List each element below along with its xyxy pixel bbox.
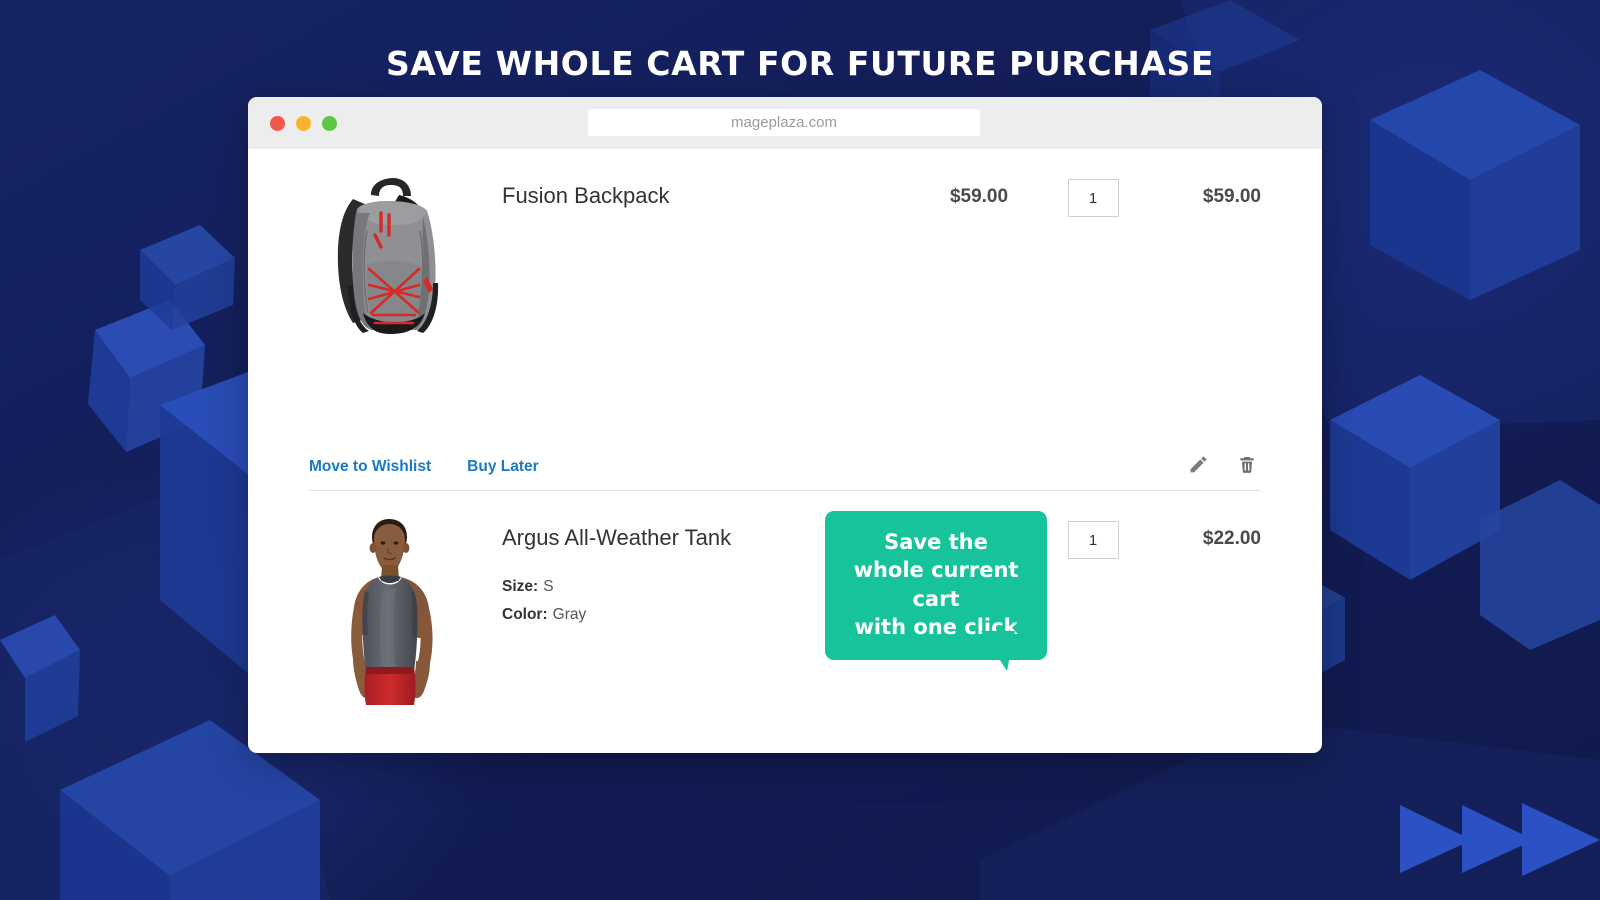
product-name[interactable]: Fusion Backpack <box>502 173 913 209</box>
quantity-field[interactable] <box>1045 515 1141 559</box>
cart-item-row: Fusion Backpack $59.00 $59.00 Move to Wi… <box>309 149 1261 491</box>
product-price: $59.00 <box>949 186 1009 207</box>
move-to-wishlist-link[interactable]: Move to Wishlist <box>309 458 431 476</box>
save-cart-tooltip: Save the whole current cart with one cli… <box>825 511 1047 671</box>
close-window-button[interactable] <box>270 115 285 131</box>
traffic-lights <box>270 115 337 131</box>
tooltip-tail-icon <box>981 631 1015 671</box>
option-size-label: Size: <box>502 578 539 596</box>
quantity-input[interactable] <box>1067 521 1119 559</box>
browser-window: mageplaza.com Fusion Backpack $59.00 1 $… <box>248 97 1322 753</box>
maximize-window-button[interactable] <box>322 115 337 131</box>
option-color-label: Color: <box>502 605 548 623</box>
option-size-value: S <box>543 578 554 596</box>
tooltip-line-1: Save the <box>884 530 988 554</box>
product-subtotal: $59.00 <box>1202 186 1261 207</box>
quantity-input[interactable] <box>1067 179 1119 217</box>
browser-titlebar: mageplaza.com <box>248 97 1322 149</box>
address-bar[interactable]: mageplaza.com <box>588 109 980 136</box>
page-title: SAVE WHOLE CART FOR FUTURE PURCHASE <box>385 44 1215 83</box>
quantity-field[interactable] <box>1045 173 1141 217</box>
product-image-fusion-backpack[interactable] <box>309 173 467 338</box>
product-subtotal: $22.00 <box>1202 528 1261 549</box>
buy-later-link[interactable]: Buy Later <box>467 458 539 476</box>
cart-item-row: Argus All-Weather Tank Size: S Color: Gray… <box>309 491 1261 753</box>
minimize-window-button[interactable] <box>296 115 311 131</box>
option-color-value: Gray <box>552 605 587 623</box>
shopping-cart-table: Fusion Backpack $59.00 $59.00 Move to Wi… <box>248 149 1322 753</box>
pencil-icon[interactable] <box>1188 454 1209 480</box>
tooltip-line-2: whole current cart <box>853 558 1019 611</box>
product-image-argus-all-weather-tank[interactable] <box>309 515 467 705</box>
trash-icon[interactable] <box>1237 454 1257 480</box>
address-bar-text: mageplaza.com <box>731 114 837 131</box>
